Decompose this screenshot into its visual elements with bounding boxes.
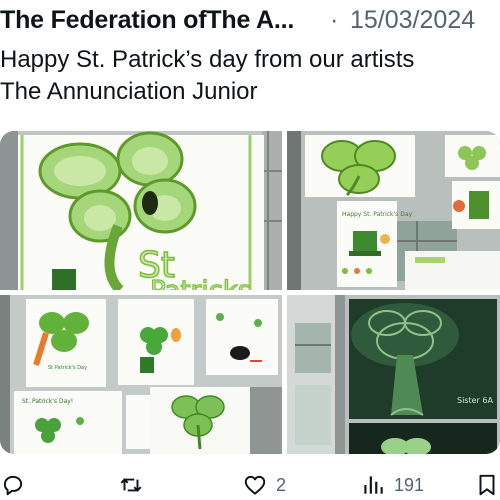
svg-text:Patricks: Patricks — [150, 276, 251, 290]
action-bar: 2 191 — [0, 470, 500, 500]
bookmark-icon — [479, 474, 495, 496]
retweet-icon — [120, 478, 142, 492]
media-grid: St Patricks Happy St. Patrick — [0, 131, 500, 454]
drawing-caption-2: St. Patrick's Day! — [22, 398, 73, 405]
shamrock-artwork-wall-photo: Happy St. Patrick's Day — [287, 131, 500, 290]
like-button[interactable]: 2 — [242, 470, 286, 500]
media-image-2[interactable]: Happy St. Patrick's Day — [287, 131, 500, 290]
views-count: 191 — [394, 474, 425, 495]
tweet-header: The Federation ofThe A... · 15/03/2024 — [0, 6, 500, 38]
bookmark-button[interactable] — [474, 470, 500, 500]
views-button[interactable]: 191 — [360, 470, 424, 500]
media-image-3[interactable]: St Patrick's Day St. Patrick's Day! — [0, 295, 282, 454]
reply-button[interactable] — [0, 470, 26, 500]
tweet-text-line: Happy St. Patrick’s day from our artists — [0, 46, 415, 73]
media-image-1[interactable]: St Patricks — [0, 131, 282, 290]
heart-icon — [244, 475, 266, 495]
reply-icon — [3, 475, 23, 496]
tweet-text: Happy St. Patrick’s day from our artists… — [0, 44, 500, 108]
tweet-text-line: The Annunciation Junior — [0, 78, 258, 105]
drawing-caption-1: St Patrick's Day — [48, 365, 87, 371]
separator-dot: · — [330, 6, 339, 34]
media-image-4[interactable]: Sister 6A — [287, 295, 500, 454]
views-icon — [364, 476, 383, 494]
svg-text:Happy St. Patrick's Day: Happy St. Patrick's Day — [342, 211, 413, 218]
retweet-button[interactable] — [118, 470, 144, 500]
like-count: 2 — [276, 474, 287, 495]
artwork-caption: Sister 6A — [457, 396, 493, 405]
tweet-date[interactable]: 15/03/2024 — [350, 6, 475, 35]
celtic-tree-artwork-photo: Sister 6A — [287, 295, 500, 454]
shamrock-drawings-photo: St Patrick's Day St. Patrick's Day! — [0, 295, 282, 454]
shamrock-poster-photo: St Patricks — [0, 131, 282, 290]
author-name[interactable]: The Federation ofThe A... — [0, 6, 294, 35]
